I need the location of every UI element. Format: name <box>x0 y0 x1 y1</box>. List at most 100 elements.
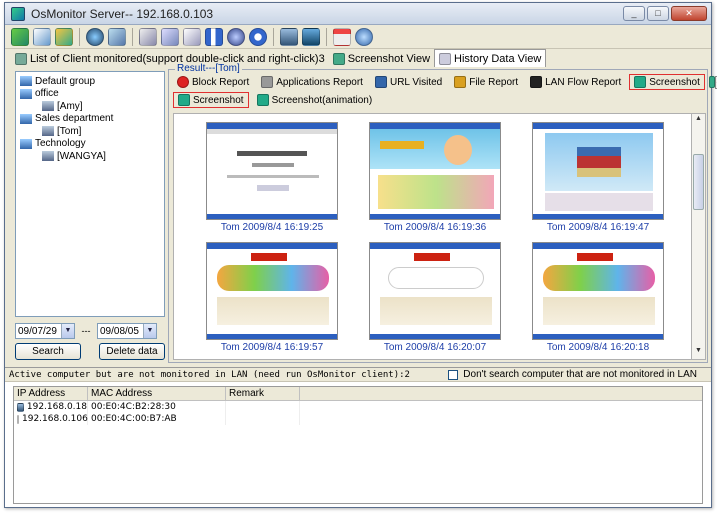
tree-item-tom[interactable]: [Tom] <box>20 125 160 138</box>
tab-screenshot-view[interactable]: Screenshot View <box>329 50 434 67</box>
settings-icon[interactable] <box>227 27 245 46</box>
screenshot-thumbnail[interactable]: Tom 2009/8/4 16:19:57 <box>206 242 338 353</box>
globe-icon[interactable] <box>108 27 126 46</box>
group-icon <box>20 88 32 99</box>
logo-block <box>380 141 424 149</box>
taskbar <box>207 214 337 219</box>
tree-item-office[interactable]: office <box>20 88 160 101</box>
screenshot-thumbnail[interactable]: Tom 2009/8/4 16:20:07 <box>369 242 501 353</box>
window-icon[interactable] <box>333 27 351 46</box>
toolbar-separator <box>132 27 133 46</box>
result-panel: Result---[Tom] Block Report Applications… <box>168 63 717 363</box>
taskbar <box>370 214 500 219</box>
computer-icon <box>42 151 54 162</box>
tab-label: File Report <box>469 76 519 88</box>
delete-data-button[interactable]: Delete data <box>99 343 165 360</box>
logo-block <box>251 253 287 261</box>
end-date-picker[interactable]: 09/08/05 ▼ <box>97 323 157 339</box>
pause-icon[interactable] <box>205 27 223 46</box>
tab-screenshot-still[interactable]: Screenshot <box>173 92 249 108</box>
tree-item-technology[interactable]: Technology <box>20 138 160 151</box>
tree-item-default-group[interactable]: Default group <box>20 75 160 88</box>
window-title: OsMonitor Server-- 192.168.0.103 <box>31 6 214 21</box>
scroll-thumb[interactable] <box>693 154 704 210</box>
chevron-down-icon[interactable]: ▼ <box>61 324 74 338</box>
minimize-button[interactable]: _ <box>623 6 645 21</box>
taskbar <box>533 334 663 339</box>
search-button[interactable]: Search <box>15 343 81 360</box>
tab-url-visited[interactable]: URL Visited <box>371 74 446 90</box>
file-icon <box>454 76 467 88</box>
screenshot-icon <box>332 52 345 65</box>
users-icon[interactable] <box>55 27 73 46</box>
info-icon[interactable] <box>249 27 267 46</box>
monitor-icon[interactable] <box>280 27 298 46</box>
column-remark[interactable]: Remark <box>226 387 300 400</box>
balloons-banner <box>543 265 655 291</box>
flow-icon <box>530 76 543 88</box>
screenshot-icon[interactable] <box>139 27 157 46</box>
end-date-value: 09/08/05 <box>100 325 139 337</box>
toolbar-separator <box>326 27 327 46</box>
refresh-icon[interactable] <box>86 27 104 46</box>
lan-filter-checkbox[interactable]: Don't search computer that are not monit… <box>448 369 697 380</box>
banner-image <box>370 129 500 169</box>
column-mac-address[interactable]: MAC Address <box>88 387 226 400</box>
logo-block <box>577 253 613 261</box>
screenshot-image <box>206 122 338 220</box>
gallery-scrollbar[interactable]: ▲ ▼ <box>692 113 706 360</box>
report-icon[interactable] <box>33 27 51 46</box>
tab-applications-report[interactable]: Applications Report <box>257 74 367 90</box>
start-date-picker[interactable]: 09/07/29 ▼ <box>15 323 75 339</box>
screenshot-thumbnail[interactable]: Tom 2009/8/4 16:20:18 <box>532 242 664 353</box>
url-icon <box>374 76 387 88</box>
main-area: Default group office [Amy] Sales departm… <box>5 63 717 367</box>
tree-item-sales[interactable]: Sales department <box>20 113 160 126</box>
tab-screenshot-animation[interactable]: Screenshot(animation) <box>253 92 377 108</box>
cloud-banner <box>388 267 484 289</box>
clients-icon[interactable] <box>11 27 29 46</box>
close-button[interactable]: ✕ <box>671 6 707 21</box>
tab-client-list[interactable]: List of Client monitored(support double-… <box>11 50 329 67</box>
computer-icon <box>42 101 54 112</box>
screenshot-caption: Tom 2009/8/4 16:20:18 <box>546 342 650 353</box>
start-date-value: 09/07/29 <box>18 325 57 337</box>
tab-label: LAN Flow Report <box>545 76 622 88</box>
tab-screenshot[interactable]: Screenshot <box>629 74 705 90</box>
tab-lan-flow-report[interactable]: LAN Flow Report <box>526 74 625 90</box>
tab-block-report[interactable]: Block Report <box>173 74 253 90</box>
result-title: Result---[Tom] <box>175 63 242 74</box>
chevron-down-icon[interactable]: ▼ <box>143 324 156 338</box>
tree-label: Technology <box>35 138 86 150</box>
copy-icon[interactable] <box>161 27 179 46</box>
scroll-down-icon[interactable]: ▼ <box>693 347 704 358</box>
scroll-up-icon[interactable]: ▲ <box>693 115 704 126</box>
left-panel: Default group office [Amy] Sales departm… <box>13 69 166 363</box>
lock-icon[interactable] <box>302 27 320 46</box>
screenshot-thumbnail[interactable]: Tom 2009/8/4 16:19:25 <box>206 122 338 233</box>
tab-label: Screenshot <box>649 76 700 88</box>
lan-computer-table: IP Address MAC Address Remark 192.168.0.… <box>13 386 703 504</box>
history-icon <box>439 52 452 65</box>
screenshot-thumbnail[interactable]: Tom 2009/8/4 16:19:47 <box>532 122 664 233</box>
screenshot-caption: Tom 2009/8/4 16:19:47 <box>546 222 650 233</box>
top-tabs: List of Client monitored(support double-… <box>5 49 711 67</box>
column-ip-address[interactable]: IP Address <box>14 387 88 400</box>
tab-history-data-view[interactable]: History Data View <box>434 49 547 67</box>
table-row[interactable]: 192.168.0.18 00:E0:4C:B2:28:30 <box>14 401 702 413</box>
title-bar <box>533 243 663 249</box>
taskbar <box>533 214 663 219</box>
tree-item-amy[interactable]: [Amy] <box>20 100 160 113</box>
screenshot-image <box>206 242 338 340</box>
action-buttons: Search Delete data <box>15 343 165 360</box>
title-bar: OsMonitor Server-- 192.168.0.103 _ □ ✕ <box>5 3 711 25</box>
tree-item-wangya[interactable]: [WANGYA] <box>20 150 160 163</box>
capture-icon[interactable] <box>183 27 201 46</box>
tab-file-report[interactable]: File Report <box>450 74 522 90</box>
table-row[interactable]: 192.168.0.106 00:E0:4C:00:B7:AB <box>14 413 702 425</box>
maximize-button[interactable]: □ <box>647 6 669 21</box>
column-empty <box>300 387 702 400</box>
checkbox-icon[interactable] <box>448 369 459 380</box>
screenshot-thumbnail[interactable]: Tom 2009/8/4 16:19:36 <box>369 122 501 233</box>
help-icon[interactable] <box>355 27 373 46</box>
